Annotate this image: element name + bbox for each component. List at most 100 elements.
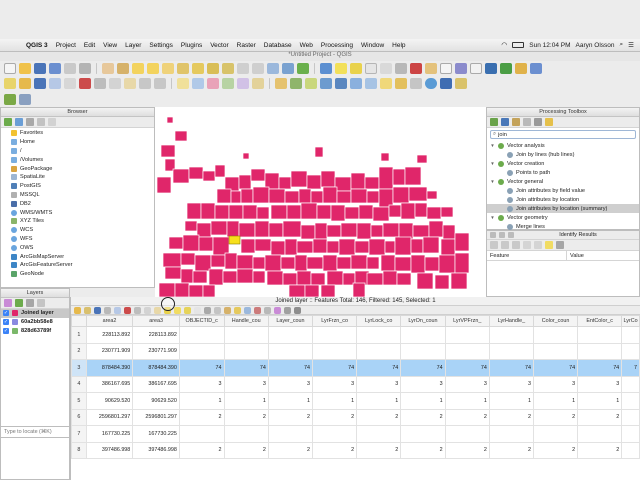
map-polygon[interactable]	[242, 204, 258, 220]
map-polygon[interactable]	[214, 164, 226, 178]
row-number[interactable]: 2	[71, 342, 87, 360]
table-cell[interactable]	[444, 342, 490, 360]
table-cell[interactable]	[621, 326, 640, 344]
map-polygon[interactable]	[314, 146, 324, 158]
table-cell[interactable]: 1	[356, 392, 402, 410]
map-polygon[interactable]	[194, 254, 212, 272]
map-polygon[interactable]	[240, 238, 256, 254]
table-cell[interactable]: 1	[577, 392, 623, 410]
map-polygon[interactable]	[412, 224, 430, 238]
table-cell[interactable]: 74	[267, 359, 314, 377]
browser-item-wfs[interactable]: WFS	[1, 235, 154, 244]
table-cell[interactable]	[267, 342, 314, 360]
table-cell[interactable]: 1	[312, 392, 358, 410]
field-calculator-icon[interactable]	[395, 63, 407, 74]
collapse-icon[interactable]: ▼	[490, 143, 495, 148]
map-polygon[interactable]	[296, 240, 314, 254]
map-polygon[interactable]	[354, 240, 370, 254]
attribute-table-icon[interactable]	[380, 63, 392, 74]
toolbox-alg-join-by-location-summary[interactable]: Join attributes by location (summary)	[487, 204, 639, 213]
expand-tree-icon[interactable]	[490, 241, 498, 249]
select-mode-icon[interactable]	[545, 241, 553, 249]
table-cell[interactable]: 2	[532, 408, 579, 426]
map-polygon[interactable]	[416, 272, 434, 290]
table-cell[interactable]	[577, 425, 623, 443]
table-cell[interactable]: 3	[178, 375, 225, 393]
map-polygon[interactable]	[298, 188, 312, 204]
browser-item-postgis[interactable]: PostGIS	[1, 182, 154, 191]
map-polygon[interactable]	[320, 284, 336, 297]
selected-feature[interactable]	[228, 235, 241, 245]
paste-icon[interactable]	[154, 306, 161, 314]
table-cell[interactable]	[312, 326, 358, 344]
table-cell[interactable]	[621, 441, 640, 459]
menu-processing[interactable]: Processing	[317, 42, 357, 49]
map-polygon[interactable]	[214, 204, 230, 220]
table-cell[interactable]	[178, 425, 225, 443]
map-polygon[interactable]	[306, 174, 322, 190]
menu-list-icon[interactable]: ☰	[628, 41, 634, 49]
virtual-layer-icon[interactable]	[410, 78, 422, 89]
menu-layer[interactable]: Layer	[121, 42, 145, 49]
table-cell[interactable]: 878484.390	[132, 359, 180, 377]
save-edits-icon[interactable]	[34, 78, 46, 89]
table-cell[interactable]: 74	[223, 359, 269, 377]
table-cell[interactable]: 74	[532, 359, 579, 377]
table-cell[interactable]	[356, 326, 402, 344]
map-polygon[interactable]	[252, 186, 270, 204]
row-number[interactable]: 4	[71, 375, 87, 393]
map-polygon[interactable]	[208, 268, 224, 286]
row-number[interactable]: 7	[71, 425, 87, 443]
zoom-rubberband-icon[interactable]	[162, 63, 174, 74]
table-cell[interactable]: 3	[267, 375, 314, 393]
map-polygon[interactable]	[334, 176, 352, 192]
vertex-tool-icon[interactable]	[64, 78, 76, 89]
table-cell[interactable]	[532, 425, 579, 443]
map-polygon[interactable]	[238, 222, 256, 238]
map-polygon[interactable]	[252, 270, 266, 284]
options-icon[interactable]	[534, 118, 542, 126]
menu-database[interactable]: Database	[260, 42, 296, 49]
table-cell[interactable]: 2	[267, 408, 314, 426]
table-cell[interactable]: 2	[178, 441, 225, 459]
table-cell[interactable]: 167730.225	[132, 425, 180, 443]
map-polygon[interactable]	[372, 206, 390, 222]
table-cell[interactable]: 2	[532, 441, 579, 459]
zoom-to-selection-icon[interactable]	[234, 306, 241, 314]
map-polygon[interactable]	[296, 270, 312, 286]
table-cell[interactable]: 2	[400, 408, 446, 426]
browser-item-volumes[interactable]: /Volumes	[1, 155, 154, 164]
row-number[interactable]: 6	[71, 408, 87, 426]
collapse-icon[interactable]	[499, 232, 505, 238]
layer-item-60a2[interactable]: ✓ 60a2bb58e8	[1, 318, 69, 327]
toolbox-alg-join-by-lines[interactable]: Join by lines (hub lines)	[487, 150, 639, 159]
table-row[interactable]: 1 228113.892 228113.892	[71, 326, 640, 344]
map-polygon[interactable]	[240, 188, 254, 204]
add-feature-icon[interactable]	[114, 306, 121, 314]
search-icon[interactable]: ⌕	[620, 41, 624, 49]
table-cell[interactable]	[178, 326, 225, 344]
map-polygon[interactable]	[180, 252, 196, 266]
table-cell[interactable]	[621, 392, 640, 410]
invert-selection-icon[interactable]	[184, 306, 191, 314]
toggle-editing-icon[interactable]	[74, 306, 81, 314]
save-edits-icon[interactable]	[94, 306, 101, 314]
table-cell[interactable]: 2	[178, 408, 225, 426]
table-cell[interactable]: 74	[356, 359, 402, 377]
statistics-icon[interactable]	[410, 63, 422, 74]
map-polygon[interactable]	[380, 152, 390, 162]
table-cell[interactable]	[444, 326, 490, 344]
layer-item-828d[interactable]: ✓ 828d63789f	[1, 327, 69, 336]
table-cell[interactable]: 90629.520	[85, 392, 134, 410]
collapse-tree-icon[interactable]	[501, 241, 509, 249]
edit-features-in-place-icon[interactable]	[545, 118, 553, 126]
filter-icon[interactable]	[204, 306, 211, 314]
add-feature-icon[interactable]	[49, 78, 61, 89]
python-console-icon[interactable]	[485, 63, 497, 74]
map-polygon[interactable]	[352, 282, 366, 297]
table-cell[interactable]: 228113.892	[85, 326, 134, 344]
paste-icon[interactable]	[124, 78, 136, 89]
bookmark-icon[interactable]	[455, 63, 467, 74]
map-polygon[interactable]	[254, 220, 270, 238]
map-polygon[interactable]	[300, 224, 316, 240]
